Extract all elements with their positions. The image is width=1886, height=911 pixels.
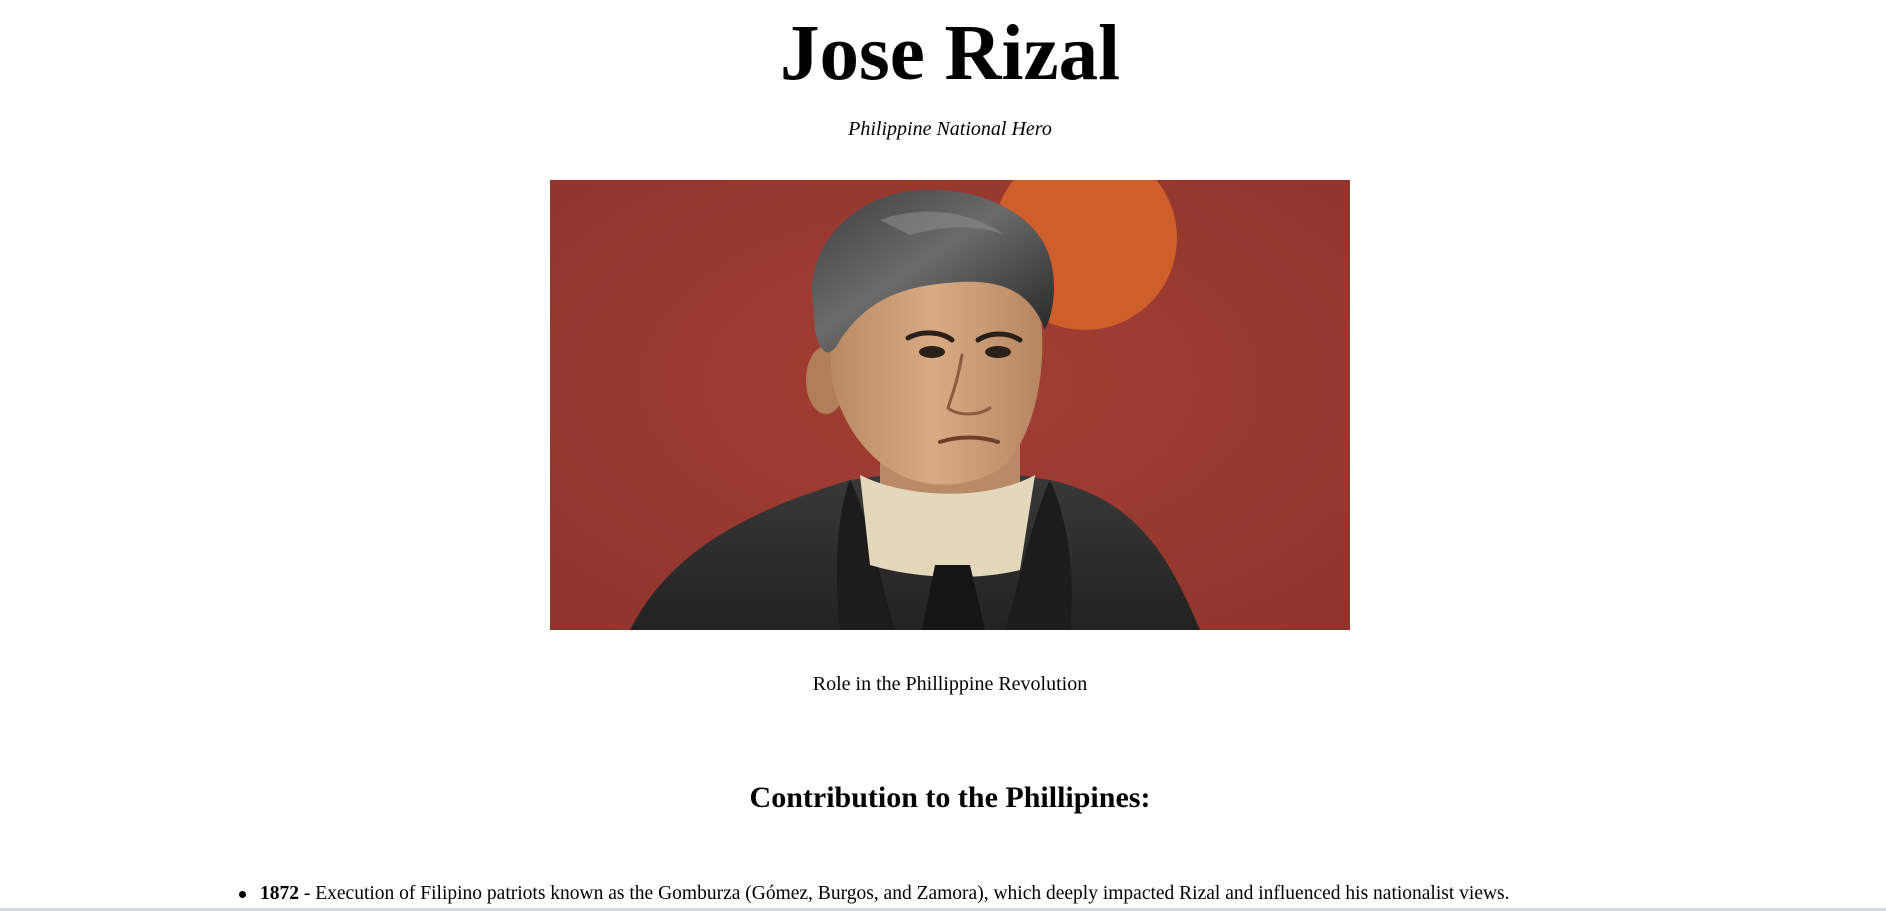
list-item: 1872 - Execution of Filipino patriots kn… <box>0 880 1886 908</box>
left-eye <box>919 346 945 358</box>
bullet-icon <box>239 891 246 898</box>
timeline-text: - Execution of Filipino patriots known a… <box>299 883 1510 904</box>
page-title: Jose Rizal <box>779 10 1121 97</box>
page: Jose Rizal Philippine National Hero Role… <box>0 0 1886 911</box>
rizal-portrait-image <box>550 180 1350 630</box>
contributions-heading: Contribution to the Phillipines: <box>749 781 1151 814</box>
contributions-list: 1872 - Execution of Filipino patriots kn… <box>0 880 1886 908</box>
right-eye <box>985 346 1011 358</box>
figure-caption: Role in the Phillippine Revolution <box>812 673 1088 695</box>
timeline-year: 1872 <box>260 883 299 904</box>
page-subtitle: Philippine National Hero <box>848 118 1052 140</box>
